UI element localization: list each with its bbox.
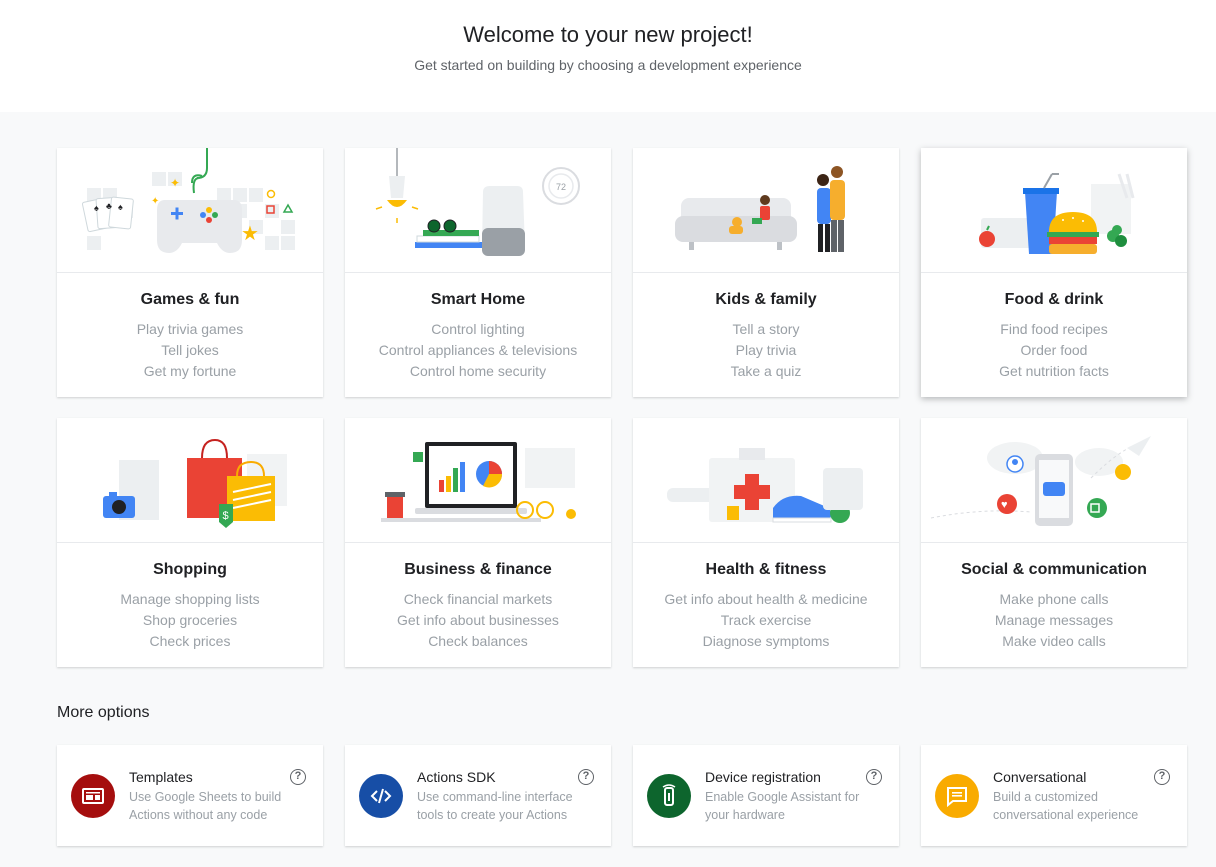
category-example: Control lighting [431,321,525,337]
option-title: Actions SDK [417,769,496,785]
category-example: Get nutrition facts [999,363,1109,379]
more-options-heading: More options [57,704,150,721]
category-example: Manage messages [994,612,1114,628]
parents-icon [817,166,845,252]
option-card-conversational[interactable]: Conversational Build a customized conver… [921,745,1187,846]
svg-text:♠: ♠ [94,203,99,213]
category-example: Find food recipes [1000,321,1108,337]
category-title: Business & finance [404,561,552,578]
category-title: Smart Home [430,291,526,308]
category-example: Diagnose symptoms [702,633,830,649]
page-header: Welcome to your new project! Get started… [0,0,1216,112]
category-example: Make phone calls [999,591,1109,607]
kids-family-illustration [633,148,899,273]
svg-text:$: $ [223,510,229,522]
category-title: Health & fitness [705,561,827,578]
category-title: Social & communication [961,561,1147,578]
option-description: Enable Google Assistant for your hardwar… [705,790,860,822]
paper-plane-icon [1127,436,1151,456]
book-stack-icon [415,230,483,248]
svg-text:★: ★ [241,223,259,245]
playing-cards-icon: ♠ ♣ ♠ [81,196,134,233]
page-title: Welcome to your new project! [463,22,753,47]
help-icon[interactable]: ? [866,769,882,785]
category-example: Check balances [428,633,528,649]
category-example: Track exercise [720,612,812,628]
category-card-social-communication[interactable]: ♥ Social & communication Make phone call… [921,418,1187,667]
svg-text:✦: ✦ [151,196,159,207]
category-card-food-drink[interactable]: Food & drink Find food recipes Order foo… [921,148,1187,397]
help-icon[interactable]: ? [1154,769,1170,785]
option-description: Use command-line interface tools to crea… [417,790,573,822]
device-icon [647,774,691,818]
category-example: Check financial markets [403,591,553,607]
category-example: Control appliances & televisions [378,342,578,358]
help-icon[interactable]: ? [290,769,306,785]
category-example: Make video calls [1002,633,1106,649]
category-card-kids-family[interactable]: Kids & family Tell a story Play trivia T… [633,148,899,397]
help-icon[interactable]: ? [578,769,594,785]
category-example: Control home security [409,363,547,379]
category-title: Shopping [153,561,227,578]
video-call-icon [1087,498,1107,518]
svg-text:♣: ♣ [106,201,112,211]
category-example: Get info about health & medicine [664,591,868,607]
social-communication-illustration: ♥ [921,418,1187,543]
category-example: Get info about businesses [397,612,559,628]
category-example: Get my fortune [143,363,237,379]
category-example: Manage shopping lists [120,591,260,607]
game-controller-icon [157,200,242,253]
category-card-shopping[interactable]: $ Shopping Manage shopping lists Shop gr… [57,418,323,667]
option-description: Build a customized conversational experi… [993,790,1139,822]
category-example: Order food [1020,342,1088,358]
coffee-cup-icon [385,492,405,520]
smart-home-illustration: 72 [345,148,611,273]
thermostat-temperature: 72 [556,182,566,192]
laptop-chart-icon [415,442,527,514]
category-title: Food & drink [1004,291,1104,308]
category-example: Play trivia [735,342,797,358]
option-card-device-registration[interactable]: Device registration Enable Google Assist… [633,745,899,846]
category-title: Games & fun [140,291,240,308]
food-drink-illustration [921,148,1187,273]
chat-icon [935,774,979,818]
heart-icon: ♥ [997,494,1017,514]
category-example: Tell jokes [161,342,219,358]
category-example: Shop groceries [142,612,238,628]
category-card-health-fitness[interactable]: Health & fitness Get info about health &… [633,418,899,667]
business-finance-illustration [345,418,611,543]
svg-text:♥: ♥ [1001,499,1008,511]
light-bulb-icon [387,176,407,207]
option-title: Templates [129,769,193,785]
option-card-actions-sdk[interactable]: Actions SDK Use command-line interface t… [345,745,611,846]
sheet-template-icon [71,774,115,818]
code-icon [359,774,403,818]
page-subtitle: Get started on building by choosing a de… [414,57,802,73]
category-example: Tell a story [732,321,800,337]
category-card-games[interactable]: ♠ ♣ ♠ ✦ ✦ ★ Games & fun Play trivia game… [57,148,323,397]
category-example: Take a quiz [730,363,802,379]
smart-speaker-icon [482,186,525,256]
games-illustration: ♠ ♣ ♠ ✦ ✦ ★ [57,148,323,273]
category-title: Kids & family [715,291,817,308]
option-description: Use Google Sheets to build Actions witho… [129,790,282,822]
category-card-smart-home[interactable]: 72 Smart Home Control lighting Control a… [345,148,611,397]
option-title: Conversational [993,769,1087,785]
option-title: Device registration [705,769,821,785]
price-tag-icon: $ [219,504,233,528]
option-card-templates[interactable]: Templates Use Google Sheets to build Act… [57,745,323,846]
svg-text:♠: ♠ [118,202,123,212]
health-fitness-illustration [633,418,899,543]
category-example: Play trivia games [136,321,244,337]
shopping-illustration: $ [57,418,323,543]
smartphone-icon [1035,454,1073,526]
category-example: Check prices [149,633,231,649]
svg-text:✦: ✦ [170,176,180,190]
category-card-business-finance[interactable]: Business & finance Check financial marke… [345,418,611,667]
burger-icon [1047,212,1099,254]
